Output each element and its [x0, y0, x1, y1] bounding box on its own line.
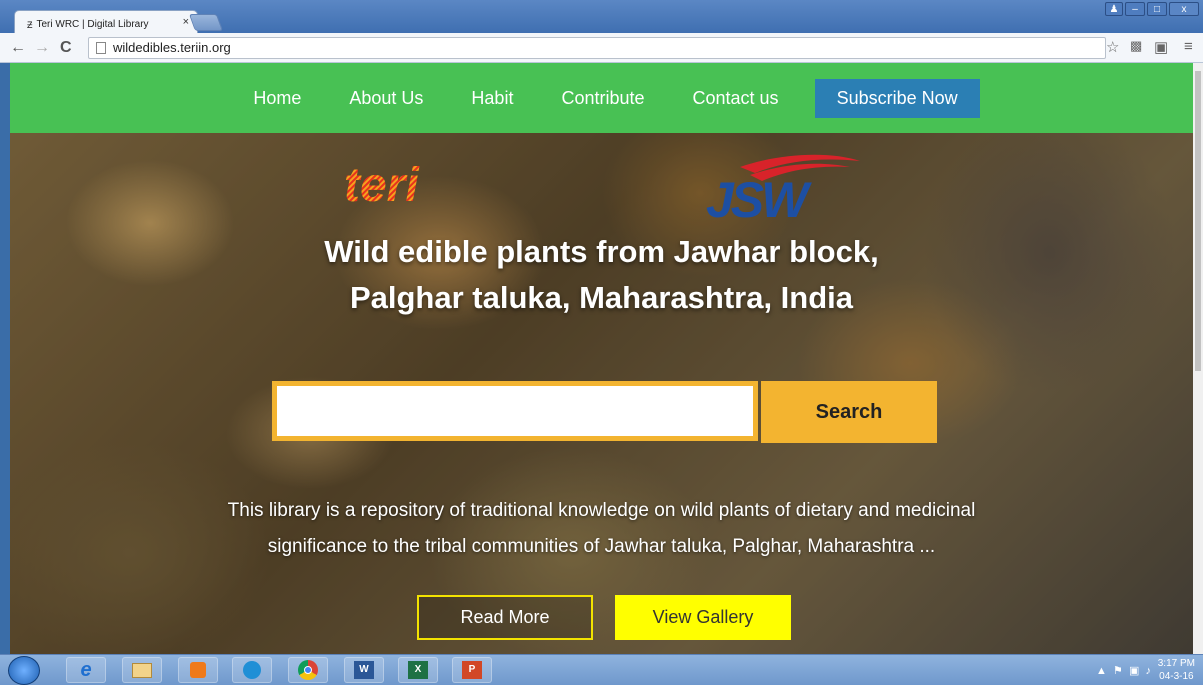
excel-icon[interactable]: X — [398, 657, 438, 683]
site-navbar: Home About Us Habit Contribute Contact u… — [10, 63, 1193, 133]
headline-line-1: Wild edible plants from Jawhar block, — [324, 234, 879, 269]
clock-date: 04-3-16 — [1159, 671, 1194, 682]
search-button[interactable]: Search — [761, 381, 937, 443]
back-icon[interactable]: ← — [10, 39, 26, 57]
forward-icon[interactable]: → — [34, 39, 50, 57]
description-line-2: significance to the tribal communities o… — [267, 536, 936, 557]
search-input[interactable] — [272, 381, 758, 441]
tab-title: Teri WRC | Digital Library — [36, 19, 149, 30]
extension-square-icon[interactable]: ▣ — [1154, 38, 1168, 56]
maximize-button[interactable]: □ — [1147, 2, 1167, 16]
favicon-icon: Ƶ — [27, 19, 33, 30]
bookmark-star-icon[interactable]: ☆ — [1106, 38, 1119, 56]
page-scrollbar[interactable] — [1193, 63, 1203, 654]
jsw-logo: JSW — [706, 154, 860, 221]
nav-contribute[interactable]: Contribute — [537, 88, 668, 109]
chrome-menu-icon[interactable]: ≡ — [1184, 38, 1193, 55]
system-clock[interactable]: 3:17 PM 04-3-16 — [1158, 657, 1195, 683]
subscribe-now-button[interactable]: Subscribe Now — [814, 78, 980, 118]
browser-titlebar: Ƶ Teri WRC | Digital Library × ♟ – □ x — [0, 0, 1203, 33]
scrollbar-thumb[interactable] — [1195, 71, 1201, 371]
hero-section: teri JSW Wild edible plants from Jawhar … — [10, 133, 1193, 654]
view-gallery-button[interactable]: View Gallery — [615, 595, 791, 640]
page-icon — [96, 42, 106, 54]
word-icon[interactable]: W — [344, 657, 384, 683]
address-bar[interactable]: wildedibles.teriin.org — [88, 37, 1106, 59]
chrome-icon[interactable] — [288, 657, 328, 683]
system-tray[interactable]: ▲ ⚑ ▣ ♪ — [1096, 664, 1151, 677]
powerpoint-icon[interactable]: P — [452, 657, 492, 683]
ie-icon[interactable]: e — [66, 657, 106, 683]
media-player-icon[interactable] — [178, 657, 218, 683]
windows-taskbar: e W X P ▲ ⚑ ▣ ♪ 3:17 PM 04-3-16 — [0, 654, 1203, 685]
read-more-button[interactable]: Read More — [417, 595, 593, 640]
nav-home[interactable]: Home — [229, 88, 325, 109]
user-icon[interactable]: ♟ — [1105, 2, 1123, 16]
window-controls: ♟ – □ x — [1105, 2, 1199, 16]
reload-icon[interactable]: C — [60, 39, 72, 57]
minimize-button[interactable]: – — [1125, 2, 1145, 16]
description-line-1: This library is a repository of traditio… — [227, 500, 976, 521]
nav-contact-us[interactable]: Contact us — [669, 88, 803, 109]
website-viewport: Home About Us Habit Contribute Contact u… — [10, 63, 1193, 654]
teri-logo: teri — [344, 159, 420, 212]
browser-toolbar: ← → C wildedibles.teriin.org ☆ ▩ ▣ ≡ — [0, 33, 1203, 63]
browser-tab[interactable]: Ƶ Teri WRC | Digital Library × — [14, 10, 198, 33]
headline-line-2: Palghar taluka, Maharashtra, India — [349, 280, 854, 315]
start-button[interactable] — [8, 656, 40, 685]
url-text: wildedibles.teriin.org — [113, 40, 231, 55]
hero-description: This library is a repository of traditio… — [10, 493, 1193, 565]
file-explorer-icon[interactable] — [122, 657, 162, 683]
nav-habit[interactable]: Habit — [447, 88, 537, 109]
close-window-button[interactable]: x — [1169, 2, 1199, 16]
new-tab-button[interactable] — [188, 14, 224, 31]
extension-icon[interactable]: ▩ — [1130, 38, 1142, 54]
svg-text:JSW: JSW — [706, 172, 812, 221]
svg-text:teri: teri — [344, 159, 420, 212]
tab-close-icon[interactable]: × — [183, 16, 189, 28]
nav-links: Home About Us Habit Contribute Contact u… — [229, 78, 980, 118]
clock-time: 3:17 PM — [1157, 658, 1195, 669]
hero-headline: Wild edible plants from Jawhar block, Pa… — [10, 229, 1193, 321]
network-icon[interactable] — [232, 657, 272, 683]
nav-about-us[interactable]: About Us — [325, 88, 447, 109]
